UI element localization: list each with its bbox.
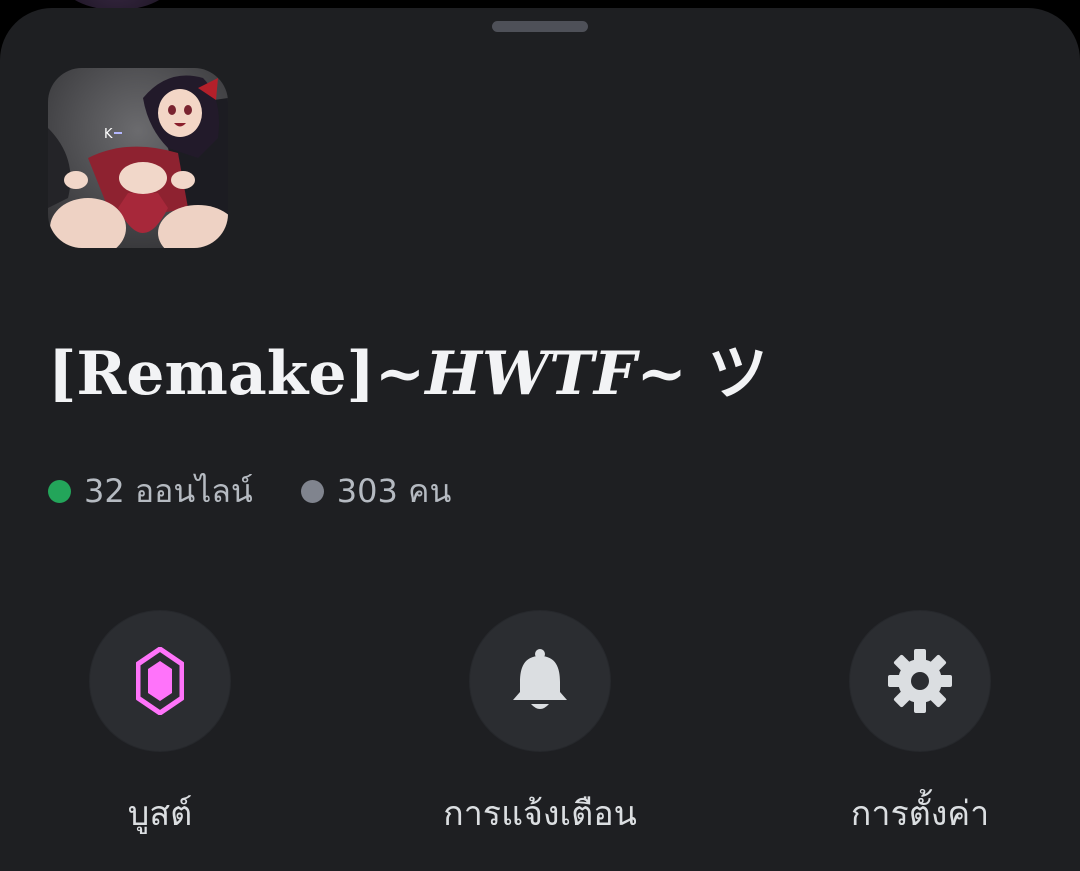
notifications-button[interactable] [469,610,611,752]
members-status-dot [300,479,324,503]
member-stats: 32 ออนไลน์ 303 คน [48,466,499,516]
boost-gem-icon [136,647,184,715]
member-count: 303 คน [300,466,452,517]
notifications-label: การแจ้งเตือน [443,794,637,834]
server-icon-artwork: K [48,68,228,248]
online-count-text: 32 ออนไลน์ [84,471,253,510]
server-bottom-sheet: K [Remake]~HWTF~ ツ 32 ออนไลน์ 303 คน บูส… [0,8,1080,871]
boost-button[interactable] [89,610,231,752]
bell-icon [513,649,567,709]
boost-label: บูสต์ [127,794,193,834]
settings-action[interactable]: การตั้งค่า [800,602,1040,840]
server-name: [Remake]~HWTF~ ツ [48,334,768,414]
server-icon[interactable]: K [48,68,228,248]
settings-label: การตั้งค่า [850,794,990,834]
gear-icon [888,649,952,713]
server-name-bracket: [Remake]~ [48,339,426,409]
server-name-italic: HWTF~ [425,339,687,409]
boost-action[interactable]: บูสต์ [40,602,280,840]
server-name-suffix: ツ [686,339,768,409]
online-status-dot [48,479,71,503]
notifications-action[interactable]: การแจ้งเตือน [420,602,660,840]
member-count-text: 303 คน [336,471,452,510]
sheet-drag-handle[interactable] [492,21,588,32]
server-info-screen: K [Remake]~HWTF~ ツ 32 ออนไลน์ 303 คน บูส… [0,0,1080,871]
settings-button[interactable] [849,610,991,752]
svg-text:K: K [104,127,113,142]
online-count: 32 ออนไลน์ [48,466,253,517]
